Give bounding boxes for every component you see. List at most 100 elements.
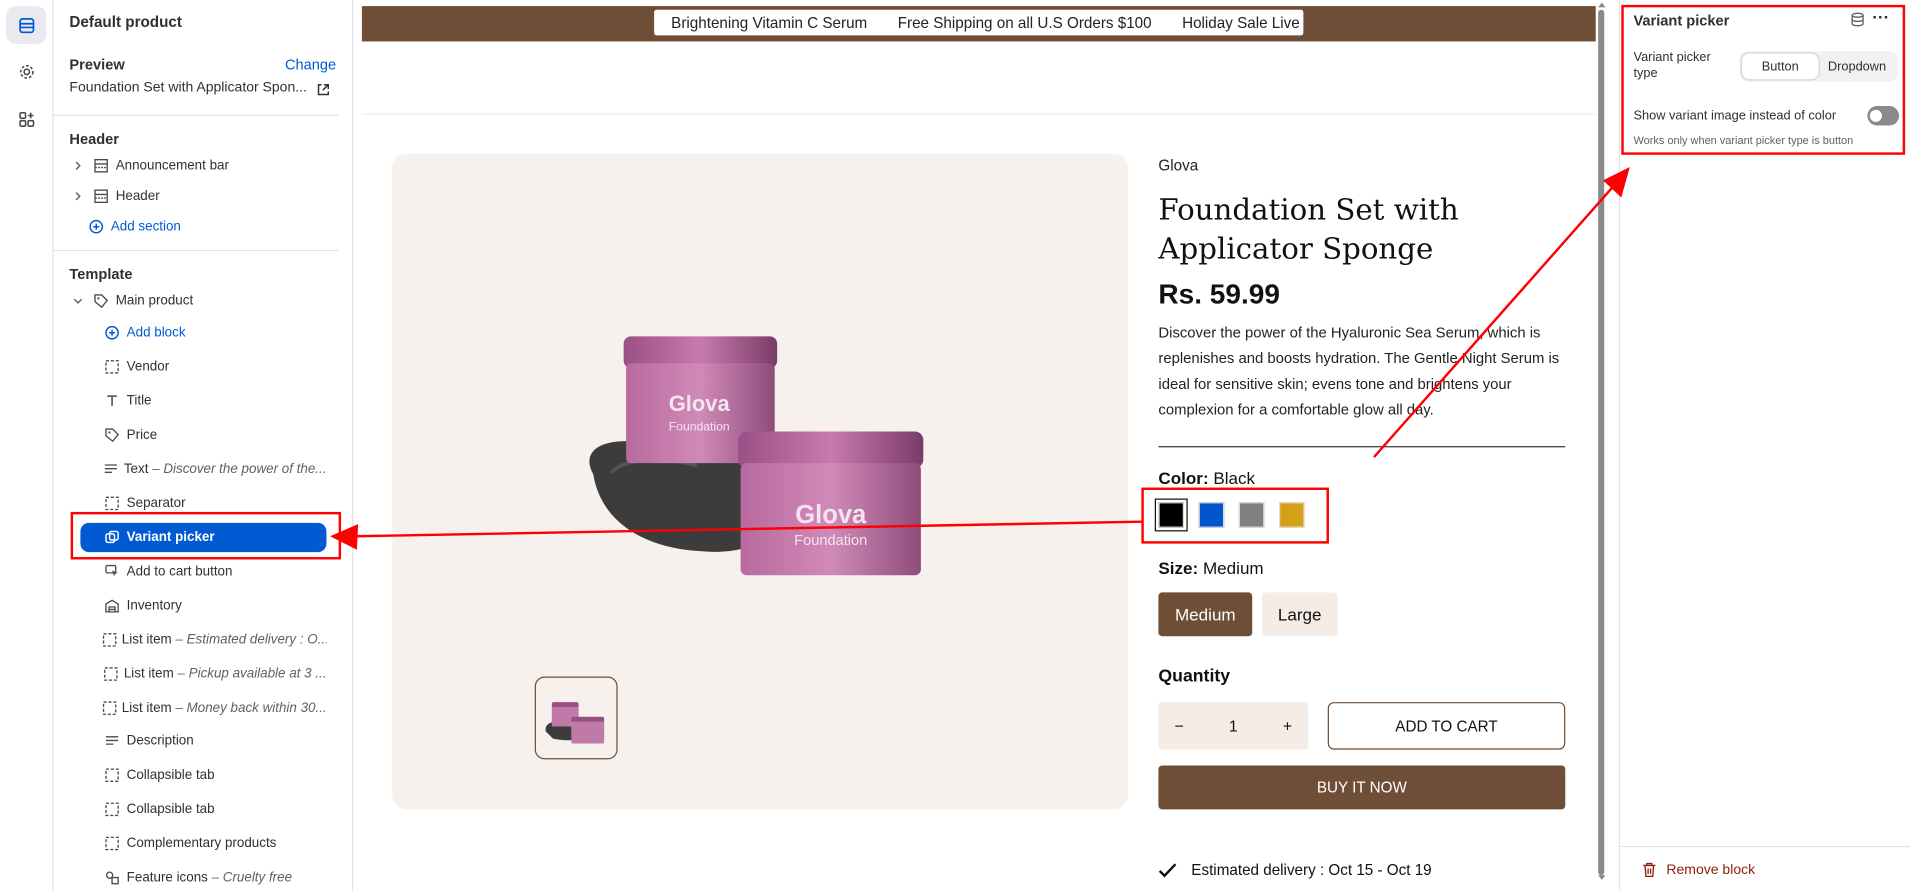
color-swatch[interactable] (1279, 502, 1305, 528)
preview-scrollbar[interactable] (1596, 0, 1608, 891)
block-separator[interactable]: Separator (102, 489, 326, 518)
preview-scroll-thumb[interactable] (1598, 9, 1605, 876)
picker-type-button-option[interactable]: Button (1741, 53, 1819, 80)
add-block-button[interactable]: Add block (102, 318, 326, 347)
block-label: Title (126, 393, 152, 409)
buy-now-button[interactable]: BUY IT NOW (1158, 765, 1566, 810)
block-variant-picker[interactable]: Variant picker (80, 522, 327, 553)
scroll-down-icon[interactable] (1596, 873, 1608, 883)
block-dashed-icon (102, 664, 119, 684)
quantity-label: Quantity (1158, 666, 1231, 687)
block-vendor[interactable]: Vendor (102, 352, 326, 381)
block-label: Collapsible tab (126, 802, 215, 817)
block-settings-panel: Variant picker ··· Variant picker type B… (1618, 0, 1910, 891)
apps-icon[interactable] (6, 100, 46, 138)
block-price[interactable]: Price (102, 421, 326, 450)
divider (53, 114, 339, 116)
toggle-help-text: Works only when variant picker type is b… (1633, 134, 1854, 147)
section-announcement-bar[interactable]: Announcement bar (69, 151, 325, 180)
preview-product[interactable]: Foundation Set with Applicator Spon... (69, 80, 307, 95)
section-header[interactable]: Header (69, 182, 325, 211)
block-dashed-icon (102, 494, 121, 514)
block-complementary-products[interactable]: Complementary products (102, 829, 326, 858)
picker-type-label: Variant picker type (1633, 49, 1711, 81)
size-medium-button[interactable]: Medium (1158, 592, 1253, 637)
block-text[interactable]: Text – Discover the power of the... (102, 455, 326, 484)
block-list-item[interactable]: List item – Money back within 30... (102, 694, 326, 723)
sections-sidebar: Default product Preview Change Foundatio… (53, 0, 354, 891)
more-actions-icon[interactable]: ··· (1872, 7, 1889, 27)
block-add-to-cart[interactable]: Add to cart button (102, 557, 326, 586)
block-label: Complementary products (126, 836, 277, 851)
block-collapsible-tab[interactable]: Collapsible tab (102, 795, 326, 824)
block-inventory[interactable]: Inventory (102, 591, 326, 620)
delivery-text: Estimated delivery : Oct 15 - Oct 19 (1191, 861, 1432, 879)
block-label: Vendor (126, 359, 170, 375)
section-label: Announcement bar (115, 158, 229, 174)
quantity-value[interactable]: 1 (1222, 717, 1244, 735)
color-swatches (1154, 498, 1305, 532)
feature-icons-icon (102, 868, 121, 888)
storefront-preview: Brightening Vitamin C Serum Free Shippin… (361, 0, 1608, 891)
announcement-text: Free Shipping on all U.S Orders $100 (897, 14, 1152, 32)
add-section-button[interactable]: Add section (86, 212, 342, 241)
gear-icon[interactable] (6, 52, 46, 90)
section-label: Main product (115, 293, 194, 309)
add-block-label: Add block (126, 325, 186, 341)
remove-block-button[interactable]: Remove block (1642, 862, 1755, 878)
picker-type-dropdown-option[interactable]: Dropdown (1819, 54, 1896, 80)
database-icon[interactable] (1850, 12, 1865, 27)
color-swatch[interactable] (1198, 502, 1225, 528)
color-swatch[interactable] (1238, 502, 1265, 528)
chevron-right-icon[interactable] (69, 191, 86, 201)
color-swatch[interactable] (1154, 498, 1188, 532)
thumbnail-image[interactable] (534, 676, 618, 760)
chevron-right-icon[interactable] (69, 161, 86, 171)
block-label: List item (123, 666, 174, 682)
section-main-product[interactable]: Main product (69, 286, 325, 315)
block-label: Text (123, 461, 149, 477)
block-dashed-icon (102, 834, 121, 854)
chevron-down-icon[interactable] (69, 296, 86, 306)
size-large-button[interactable]: Large (1261, 592, 1338, 637)
product-media[interactable]: Glova Foundation Glova Foundation (392, 153, 1128, 810)
block-label: Separator (126, 496, 186, 511)
color-label: Color: (1158, 468, 1209, 488)
change-link[interactable]: Change (285, 56, 336, 73)
variant-image-toggle-label: Show variant image instead of color (1633, 108, 1837, 124)
scroll-up-icon[interactable] (1596, 0, 1608, 10)
color-option-label: Color: Black (1158, 468, 1255, 488)
block-list-item[interactable]: List item – Pickup available at 3 ... (102, 659, 326, 688)
add-to-cart-button[interactable]: ADD TO CART (1327, 702, 1566, 750)
product-image: Glova Foundation Glova Foundation (589, 336, 924, 576)
block-label: Description (126, 733, 194, 749)
block-dashed-icon (102, 698, 117, 718)
block-collapsible-tab[interactable]: Collapsible tab (102, 761, 326, 790)
product-description: Discover the power of the Hyaluronic Sea… (1158, 324, 1560, 419)
quantity-minus-button[interactable]: − (1168, 717, 1190, 735)
separator (1158, 446, 1566, 448)
template-group-label: Template (69, 265, 133, 283)
block-list-item[interactable]: List item – Estimated delivery : O... (102, 625, 326, 654)
block-detail: – Cruelty free (211, 870, 293, 885)
block-feature-icons[interactable]: Feature icons – Cruelty free (102, 863, 326, 891)
preview-label: Preview (69, 56, 125, 74)
quantity-plus-button[interactable]: + (1277, 717, 1299, 735)
jar-sub: Foundation (794, 533, 867, 549)
block-detail: – Money back within 30... (175, 700, 327, 716)
variant-image-toggle[interactable] (1867, 106, 1900, 126)
price-tag-icon (102, 425, 121, 445)
sections-icon[interactable] (6, 6, 47, 44)
jar-sub: Foundation (669, 419, 730, 433)
block-description[interactable]: Description (102, 726, 326, 755)
text-lines-icon (102, 731, 121, 751)
icon-rail (0, 0, 54, 891)
block-detail: – Pickup available at 3 ... (177, 666, 327, 682)
variant-icon (102, 528, 121, 548)
divider (53, 249, 339, 252)
checkmark-icon (1158, 863, 1177, 878)
external-link-icon[interactable] (317, 80, 330, 100)
announcement-bar[interactable]: Brightening Vitamin C Serum Free Shippin… (361, 6, 1596, 42)
block-title[interactable]: Title (102, 386, 326, 415)
text-title-icon (102, 391, 121, 411)
